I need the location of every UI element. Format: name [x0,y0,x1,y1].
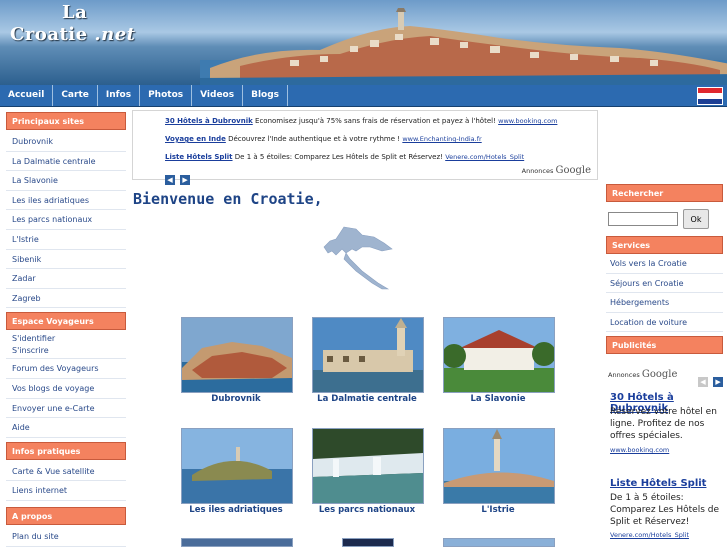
gallery-caption-dubrovnik[interactable]: Dubrovnik [171,394,301,404]
sidebar-carte-row: Carte & Vue satellite [6,462,126,482]
services-link-vols[interactable]: Vols vers la Croatie [606,254,723,274]
sidebar-link-sibenik[interactable]: Sibenik [6,250,126,270]
sidebar-link-forum[interactable]: Forum des Voyageurs [6,359,126,379]
ad-title[interactable]: Liste Hôtels Split [165,153,233,161]
gallery-caption-parcs[interactable]: Les parcs nationaux [302,505,432,515]
sidebar-link-ecarte[interactable]: Envoyer une e-Carte [6,399,126,419]
sidebar-link-liens[interactable]: Liens internet [6,481,126,501]
sidebar-link-carte[interactable]: Carte & [12,467,43,476]
nav-accueil[interactable]: Accueil [0,85,54,106]
chevron-right-icon[interactable]: ▶ [713,377,724,387]
espace-voyageurs-heading: Espace Voyageurs [6,312,126,331]
chevron-right-icon[interactable]: ▶ [180,175,191,185]
gallery-caption-iles[interactable]: Les iles adriatiques [171,505,301,515]
ad-text: Découvrez l'Inde authentique et à votre … [228,135,401,143]
services-link-location[interactable]: Location de voiture [606,313,723,333]
ad-item: 30 Hôtels à Dubrovnik Economisez jusqu'à… [165,117,557,125]
gallery-image-dalmatie[interactable] [312,317,424,393]
nav-carte[interactable]: Carte [53,85,98,106]
sidebar-link-plan[interactable]: Plan du site [6,527,126,547]
ads-nav: ◀ ▶ [165,167,191,186]
sidebar-link-iles[interactable]: Les iles adriatiques [6,191,126,211]
nav-photos[interactable]: Photos [140,85,193,106]
ads-box: 30 Hôtels à Dubrovnik Economisez jusqu'à… [132,110,598,185]
google-ads-brand[interactable]: Annonces Google [522,165,591,176]
publicites-heading: Publicités [606,336,723,355]
register-link[interactable]: S'inscrire [6,345,126,360]
chevron-left-icon[interactable]: ◀ [165,175,175,185]
header-town-photo [200,8,727,85]
sidebar-link-blogs[interactable]: Vos blogs de voyage [6,379,126,399]
ad-title[interactable]: 30 Hôtels à Dubrovnik [165,117,253,125]
site-title[interactable]: La Croatie .net [10,2,136,46]
gallery-image-dubrovnik[interactable] [181,317,293,393]
sidebar-link-parcs[interactable]: Les parcs nationaux [6,210,126,230]
nav-infos[interactable]: Infos [98,85,141,106]
right-ad-text: De 1 à 5 étoiles: Comparez Les Hôtels de… [610,493,719,527]
gallery-caption-dalmatie[interactable]: La Dalmatie centrale [302,394,432,404]
ad-title[interactable]: Voyage en Inde [165,135,226,143]
right-ad-url[interactable]: Venere.com/Hotels_Split [610,531,689,539]
nav-blogs[interactable]: Blogs [243,85,289,106]
services-heading: Services [606,236,723,254]
sidebar-link-aide[interactable]: Aide [6,418,126,438]
ad-url[interactable]: Venere.com/Hotels_Split [445,153,524,161]
services-link-hebergements[interactable]: Hébergements [606,293,723,313]
services-link-sejours[interactable]: Séjours en Croatie [606,274,723,294]
gallery-caption-slavonie[interactable]: La Slavonie [433,394,563,404]
gallery-image-iles[interactable] [181,428,293,504]
sidebar-link-satellite[interactable]: Vue satellite [45,467,94,476]
right-ad-text: Réservez votre hôtel en ligne. Profitez … [610,407,717,441]
sidebar-link-istrie[interactable]: L'Istrie [6,230,126,250]
principaux-sites-heading: Principaux sites [6,112,126,130]
nav-videos[interactable]: Videos [192,85,244,106]
ad-text: Economisez jusqu'à 75% sans frais de rés… [255,117,496,125]
ad-url[interactable]: www.booking.com [498,117,557,125]
login-link[interactable]: S'identifier [6,333,126,345]
page-title: Bienvenue en Croatie, [133,190,323,208]
croatia-flag-icon[interactable] [697,87,723,105]
infos-pratiques-heading: Infos pratiques [6,441,126,460]
ad-item: Liste Hôtels Split De 1 à 5 étoiles: Com… [165,153,524,161]
search-ok-button[interactable]: Ok [683,209,709,229]
ad-item: Voyage en Inde Découvrez l'Inde authenti… [165,135,482,143]
sidebar-link-zagreb[interactable]: Zagreb [6,289,126,309]
left-sidebar: Principaux sites Dubrovnik La Dalmatie c… [6,110,126,547]
ad-text: De 1 à 5 étoiles: Comparez Les Hôtels de… [234,153,443,161]
croatia-map-image[interactable] [322,225,394,291]
ad-url[interactable]: www.Enchanting-India.fr [402,135,481,143]
search-input[interactable] [608,212,678,226]
right-ad-title[interactable]: Liste Hôtels Split [610,478,706,489]
right-ad-url[interactable]: www.booking.com [610,446,669,454]
gallery-image[interactable] [342,538,394,547]
site-header: La Croatie .net [0,0,727,85]
sidebar-link-zadar[interactable]: Zadar [6,269,126,289]
site-title-line2: Croatie .net [10,24,136,45]
sidebar-link-dalmatie[interactable]: La Dalmatie centrale [6,152,126,172]
chevron-left-icon[interactable]: ◀ [698,377,708,387]
gallery-caption-istrie[interactable]: L'Istrie [433,505,563,515]
gallery-image[interactable] [443,538,555,547]
google-ads-brand[interactable]: Annonces Google [608,369,677,380]
a-propos-heading: A propos [6,506,126,525]
publicites-nav: ◀ ▶ [698,369,724,388]
gallery-image-slavonie[interactable] [443,317,555,393]
rechercher-heading: Rechercher [606,184,723,202]
site-title-line1: La [62,2,88,23]
main-nav: Accueil Carte Infos Photos Videos Blogs [0,85,727,107]
gallery-image-parcs[interactable] [312,428,424,504]
sidebar-link-slavonie[interactable]: La Slavonie [6,171,126,191]
sidebar-link-dubrovnik[interactable]: Dubrovnik [6,132,126,152]
gallery-image[interactable] [181,538,293,547]
gallery-image-istrie[interactable] [443,428,555,504]
